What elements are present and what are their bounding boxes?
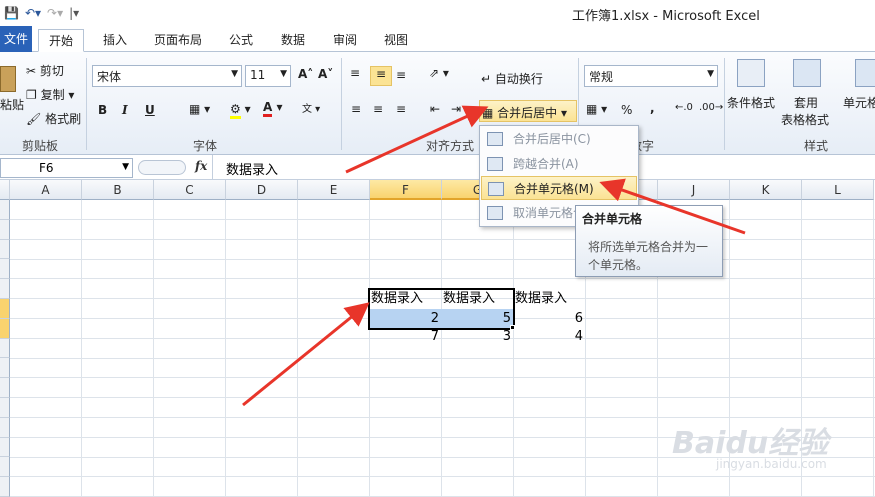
arrow-to-selection [242,302,370,407]
annotation-arrows [242,105,746,407]
arrow-to-merge-button [345,105,489,174]
arrow-to-merge-cells [599,178,746,235]
